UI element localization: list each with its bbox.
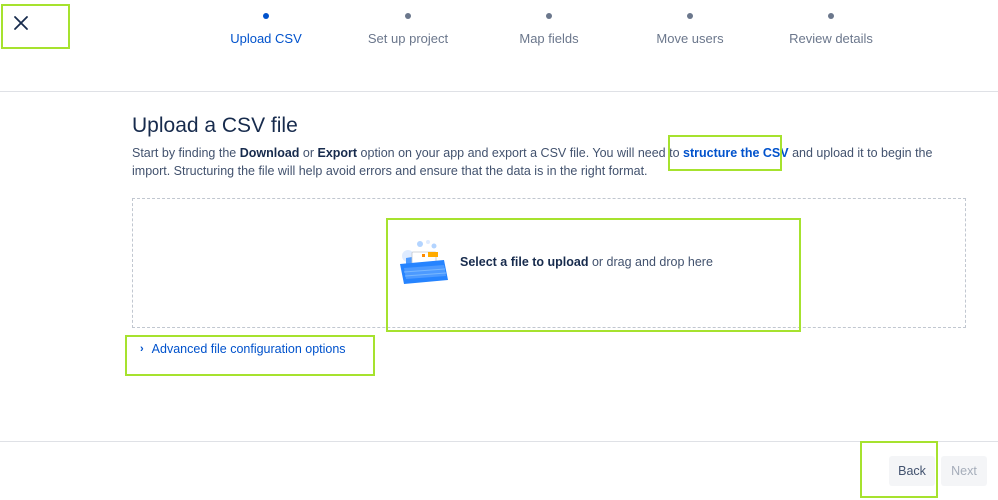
- advanced-options-label: Advanced file configuration options: [151, 342, 346, 356]
- dropzone-text: Select a file to upload or drag and drop…: [460, 255, 713, 269]
- dropzone-content[interactable]: Select a file to upload or drag and drop…: [398, 238, 713, 286]
- desc-export: Export: [317, 146, 358, 160]
- page-description: Start by finding the Download or Export …: [132, 144, 962, 180]
- structure-csv-link[interactable]: structure the CSV: [683, 146, 789, 160]
- step-review-details: Review details: [761, 10, 901, 46]
- progress-stepper: Upload CSV Set up project Map fields Mov…: [0, 10, 998, 50]
- step-label: Map fields: [519, 31, 579, 46]
- desc-text: or: [299, 146, 318, 160]
- step-label: Set up project: [367, 31, 449, 46]
- step-set-up-project: Set up project: [338, 10, 478, 46]
- desc-text: option on your app and export a CSV file…: [357, 146, 683, 160]
- header-divider: [0, 91, 998, 92]
- chevron-right-icon: ›: [140, 343, 144, 355]
- back-button[interactable]: Back: [889, 456, 935, 486]
- step-dot: [687, 13, 693, 19]
- dropzone-suffix: or drag and drop here: [588, 255, 713, 269]
- step-dot: [546, 13, 552, 19]
- desc-download: Download: [239, 146, 300, 160]
- upload-folder-illustration: [400, 240, 448, 284]
- page-title: Upload a CSV file: [132, 114, 298, 137]
- advanced-options-toggle[interactable]: › Advanced file configuration options: [140, 342, 346, 356]
- step-label: Review details: [789, 31, 873, 46]
- step-map-fields: Map fields: [479, 10, 619, 46]
- desc-text: Start by finding the: [132, 146, 240, 160]
- select-file-link[interactable]: Select a file to upload: [460, 255, 589, 269]
- step-dot: [263, 13, 269, 19]
- step-dot: [828, 13, 834, 19]
- step-label: Upload CSV: [230, 31, 302, 46]
- footer-divider: [0, 441, 998, 442]
- step-label: Move users: [656, 31, 724, 46]
- step-move-users: Move users: [620, 10, 760, 46]
- step-dot: [405, 13, 411, 19]
- step-upload-csv: Upload CSV: [196, 10, 336, 46]
- next-button[interactable]: Next: [941, 456, 987, 486]
